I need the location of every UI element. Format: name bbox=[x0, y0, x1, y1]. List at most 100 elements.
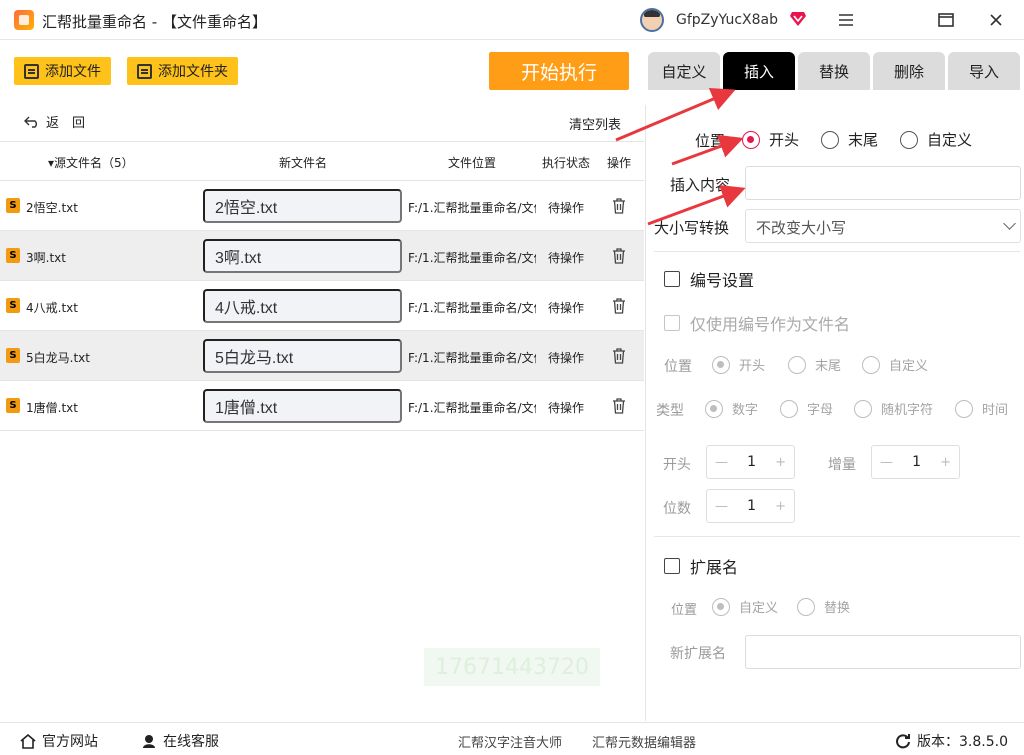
menu-icon[interactable] bbox=[833, 8, 859, 32]
radio-dot bbox=[797, 597, 815, 616]
header-status: 执行状态 bbox=[542, 156, 591, 170]
back-button[interactable]: 返 回 bbox=[24, 112, 85, 131]
radio-label: 自定义 bbox=[889, 359, 929, 374]
minus-icon[interactable]: — bbox=[880, 455, 893, 470]
back-label: 返 回 bbox=[46, 116, 86, 131]
radio-dot bbox=[712, 355, 730, 374]
txt-file-icon: S bbox=[6, 348, 20, 363]
start-value: 1 bbox=[747, 454, 756, 470]
user-avatar[interactable] bbox=[640, 8, 664, 32]
watermark: 17671443720 bbox=[424, 648, 600, 686]
insert-content-input[interactable] bbox=[745, 166, 1021, 200]
official-website-label: 官方网站 bbox=[42, 734, 98, 750]
digits-stepper[interactable]: — 1 + bbox=[706, 489, 795, 523]
step-value: 1 bbox=[912, 454, 921, 470]
radio-label: 替换 bbox=[824, 601, 851, 616]
radio-dot bbox=[900, 130, 918, 149]
extension-replace-radio[interactable]: 替换 bbox=[797, 597, 850, 616]
digits-label: 位数 bbox=[663, 501, 691, 517]
file-location: F:/1.汇帮批量重命名/文件 bbox=[408, 351, 536, 365]
close-icon[interactable] bbox=[983, 8, 1009, 32]
table-row[interactable]: S 2悟空.txt F:/1.汇帮批量重命名/文件待操作 bbox=[0, 181, 644, 231]
file-location: F:/1.汇帮批量重命名/文件 bbox=[408, 401, 536, 415]
file-location: F:/1.汇帮批量重命名/文件 bbox=[408, 201, 536, 215]
file-location: F:/1.汇帮批量重命名/文件 bbox=[408, 301, 536, 315]
vip-diamond-icon[interactable] bbox=[789, 11, 807, 27]
status-text: 待操作 bbox=[548, 401, 585, 415]
official-website-link[interactable]: 官方网站 bbox=[20, 731, 98, 751]
only-number-checkbox[interactable]: 仅使用编号作为文件名 bbox=[664, 311, 850, 335]
position-end-radio[interactable]: 末尾 bbox=[821, 129, 878, 150]
minus-icon[interactable]: — bbox=[715, 455, 728, 470]
trash-icon[interactable] bbox=[612, 348, 626, 364]
trash-icon[interactable] bbox=[612, 248, 626, 264]
new-extension-label: 新扩展名 bbox=[670, 646, 726, 662]
table-row[interactable]: S 3啊.txt F:/1.汇帮批量重命名/文件待操作 bbox=[0, 231, 644, 281]
minus-icon[interactable]: — bbox=[715, 499, 728, 514]
type-number-radio[interactable]: 数字 bbox=[705, 399, 758, 418]
status-text: 待操作 bbox=[548, 201, 585, 215]
new-filename-input[interactable] bbox=[203, 189, 402, 223]
source-filename: 4八戒.txt bbox=[26, 301, 78, 315]
new-filename-input[interactable] bbox=[203, 239, 402, 273]
home-icon bbox=[20, 733, 36, 749]
digits-value: 1 bbox=[747, 498, 756, 514]
checkbox-box bbox=[664, 558, 680, 574]
status-text: 待操作 bbox=[548, 301, 585, 315]
table-row[interactable]: S 1唐僧.txt F:/1.汇帮批量重命名/文件待操作 bbox=[0, 381, 644, 431]
step-label: 增量 bbox=[828, 457, 856, 473]
extension-custom-radio[interactable]: 自定义 bbox=[712, 597, 778, 616]
plus-icon[interactable]: + bbox=[775, 499, 786, 514]
trash-icon[interactable] bbox=[612, 298, 626, 314]
source-filename: 1唐僧.txt bbox=[26, 401, 78, 415]
plus-icon[interactable]: + bbox=[940, 455, 951, 470]
table-row[interactable]: S 4八戒.txt F:/1.汇帮批量重命名/文件待操作 bbox=[0, 281, 644, 331]
type-letter-radio[interactable]: 字母 bbox=[780, 399, 833, 418]
version-label: 版本：3.8.5.0 bbox=[917, 734, 1008, 750]
case-conversion-select[interactable]: 不改变大小写 bbox=[745, 209, 1021, 243]
extension-checkbox[interactable]: 扩展名 bbox=[664, 554, 738, 578]
radio-label: 随机字符 bbox=[881, 403, 934, 418]
only-number-label: 仅使用编号作为文件名 bbox=[690, 315, 851, 334]
numbering-position-custom-radio[interactable]: 自定义 bbox=[862, 355, 928, 374]
txt-file-icon: S bbox=[6, 298, 20, 313]
add-folder-button[interactable]: 添加文件夹 bbox=[127, 57, 238, 85]
source-filename: 2悟空.txt bbox=[26, 201, 78, 215]
file-location: F:/1.汇帮批量重命名/文件 bbox=[408, 251, 536, 265]
headset-icon bbox=[143, 735, 155, 748]
new-filename-input[interactable] bbox=[203, 339, 402, 373]
type-time-radio[interactable]: 时间 bbox=[955, 399, 1008, 418]
numbering-position-end-radio[interactable]: 末尾 bbox=[788, 355, 841, 374]
file-table-header: ▾源文件名（5） 新文件名 文件位置 执行状态 操作 bbox=[0, 141, 644, 181]
new-filename-input[interactable] bbox=[203, 389, 402, 423]
step-stepper[interactable]: — 1 + bbox=[871, 445, 960, 479]
radio-dot bbox=[854, 399, 872, 418]
numbering-type-label: 类型 bbox=[656, 403, 684, 419]
table-row[interactable]: S 5白龙马.txt F:/1.汇帮批量重命名/文件待操作 bbox=[0, 331, 644, 381]
plus-icon[interactable]: + bbox=[775, 455, 786, 470]
trash-icon[interactable] bbox=[612, 398, 626, 414]
maximize-icon[interactable] bbox=[933, 8, 959, 32]
tab-import[interactable]: 导入 bbox=[948, 52, 1020, 90]
tab-replace[interactable]: 替换 bbox=[798, 52, 870, 90]
position-custom-radio[interactable]: 自定义 bbox=[900, 129, 972, 150]
window-title: 汇帮批量重命名 - 【文件重命名】 bbox=[42, 13, 267, 31]
add-files-button[interactable]: 添加文件 bbox=[14, 57, 111, 85]
tab-delete[interactable]: 删除 bbox=[873, 52, 945, 90]
footer-link-pinyin[interactable]: 汇帮汉字注音大师 bbox=[458, 732, 562, 751]
start-stepper[interactable]: — 1 + bbox=[706, 445, 795, 479]
type-random-radio[interactable]: 随机字符 bbox=[854, 399, 933, 418]
version-info[interactable]: 版本：3.8.5.0 bbox=[895, 731, 1008, 751]
header-source-name[interactable]: ▾源文件名（5） bbox=[48, 154, 134, 171]
username[interactable]: GfpZyYucX8ab bbox=[676, 12, 778, 28]
radio-label: 数字 bbox=[732, 403, 759, 418]
new-filename-input[interactable] bbox=[203, 289, 402, 323]
radio-label: 末尾 bbox=[848, 131, 879, 149]
new-extension-input[interactable] bbox=[745, 635, 1021, 669]
back-arrow-icon bbox=[24, 116, 37, 128]
header-new-name: 新文件名 bbox=[279, 156, 328, 170]
numbering-position-start-radio[interactable]: 开头 bbox=[712, 355, 765, 374]
numbering-checkbox[interactable]: 编号设置 bbox=[664, 267, 754, 291]
online-support-link[interactable]: 在线客服 bbox=[141, 731, 219, 751]
footer-link-metadata[interactable]: 汇帮元数据编辑器 bbox=[592, 732, 696, 751]
